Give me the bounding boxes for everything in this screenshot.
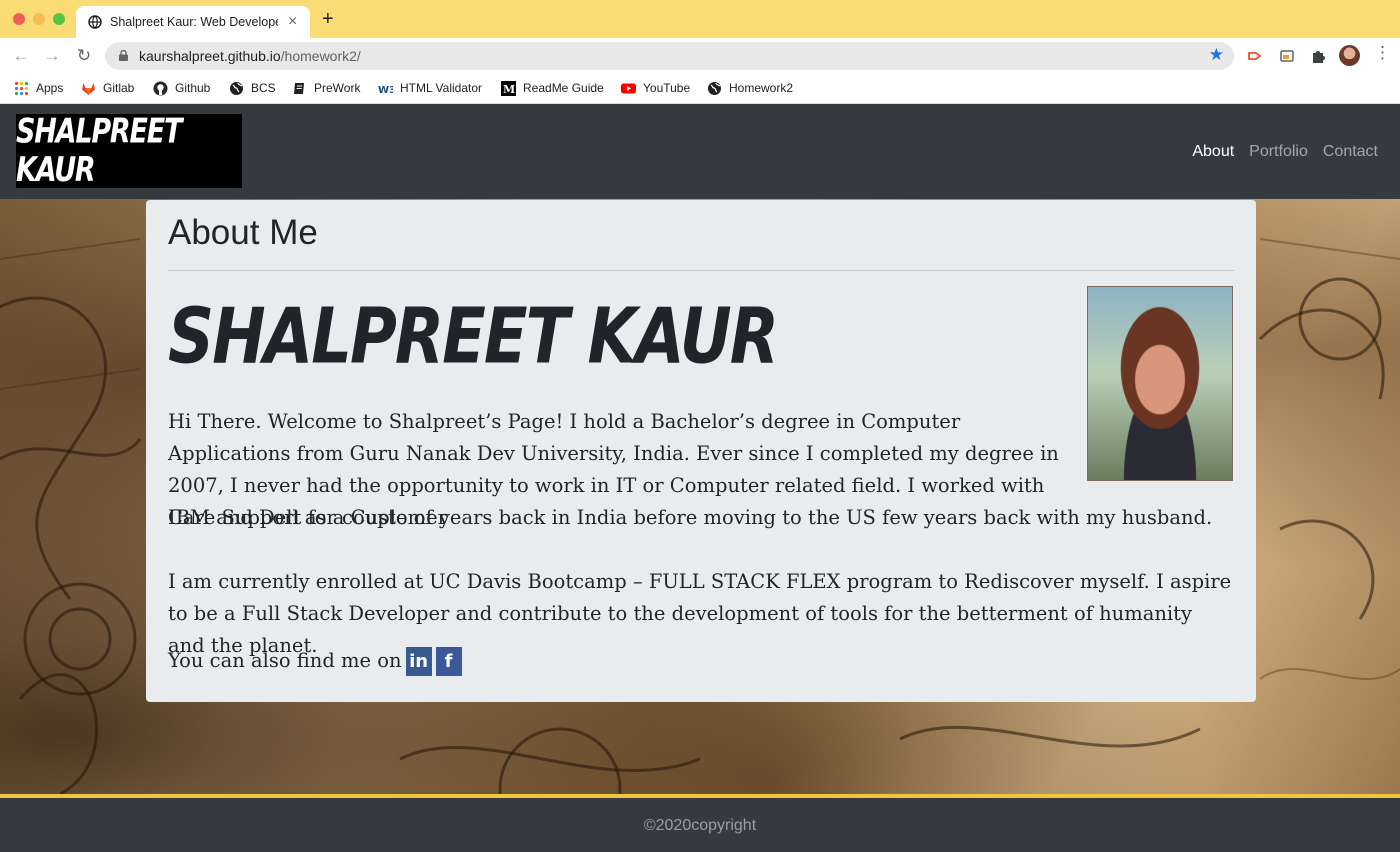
apps-grid-icon	[14, 81, 29, 95]
web-page: SHALPREET KAUR About Portfolio Contact A…	[0, 105, 1400, 852]
lock-icon	[119, 50, 128, 61]
extensions-puzzle-icon[interactable]	[1310, 48, 1326, 64]
site-footer: ©2020copyright	[0, 798, 1400, 852]
bookmark-readme-guide[interactable]: M ReadMe Guide	[501, 80, 604, 96]
bookmark-homework2[interactable]: Homework2	[707, 80, 793, 96]
url-host: kaurshalpreet.github.io	[139, 48, 281, 64]
globe-icon	[230, 81, 243, 95]
bookmark-label: Gitlab	[103, 81, 135, 95]
maximize-window-button[interactable]	[53, 13, 65, 25]
bookmark-label: PreWork	[314, 81, 361, 95]
find-me-text: You can also find me on	[168, 649, 402, 672]
bookmark-label: Github	[175, 81, 211, 95]
nav-portfolio[interactable]: Portfolio	[1249, 143, 1308, 161]
extension-arrow-icon[interactable]	[1247, 48, 1263, 64]
copyright-text: ©2020copyright	[643, 817, 757, 834]
w3c-icon: W3	[378, 85, 393, 96]
linkedin-icon[interactable]: in	[405, 646, 432, 676]
browser-toolbar: ← → ↻ kaurshalpreet.github.io/homework2/…	[0, 38, 1400, 74]
bookmark-apps[interactable]: Apps	[14, 80, 63, 96]
svg-text:M: M	[503, 83, 515, 96]
book-icon	[294, 82, 304, 94]
facebook-icon[interactable]: f	[435, 646, 462, 676]
browser-menu-icon[interactable]: ⋮	[1374, 44, 1391, 61]
bookmark-label: ReadMe Guide	[523, 81, 604, 95]
browser-tab[interactable]: Shalpreet Kaur: Web Developer ×	[76, 6, 310, 38]
social-row: You can also find me on in f	[168, 645, 462, 677]
bookmark-gitlab[interactable]: Gitlab	[81, 80, 134, 96]
about-card: About Me SHALPREET KAUR Hi There. Welcom…	[146, 200, 1256, 702]
bookmark-label: BCS	[251, 81, 276, 95]
minimize-window-button[interactable]	[33, 13, 45, 25]
browser-tabbar: Shalpreet Kaur: Web Developer × +	[0, 0, 1400, 38]
bookmark-star-icon[interactable]: ★	[1209, 45, 1224, 65]
name-heading: SHALPREET KAUR	[168, 293, 779, 382]
youtube-icon	[621, 83, 636, 93]
site-nav: About Portfolio Contact	[1192, 143, 1378, 161]
bookmark-label: HTML Validator	[400, 81, 483, 95]
new-tab-button[interactable]: +	[322, 9, 334, 29]
bookmarks-bar: Apps Gitlab Github BCS PreWork W3 HTML V…	[0, 74, 1400, 104]
nav-about[interactable]: About	[1192, 143, 1234, 161]
close-tab-icon[interactable]: ×	[288, 14, 297, 30]
divider	[168, 270, 1234, 271]
bio-paragraph-1-continued: Care Support for couple of years back in…	[168, 506, 1213, 529]
github-icon	[153, 81, 168, 95]
url-path: /homework2/	[280, 48, 361, 64]
bookmark-bcs[interactable]: BCS	[229, 80, 276, 96]
bookmark-label: Homework2	[729, 81, 794, 95]
profile-avatar[interactable]	[1339, 45, 1360, 66]
bookmark-prework[interactable]: PreWork	[292, 80, 360, 96]
site-logo[interactable]: SHALPREET KAUR	[16, 112, 242, 190]
bookmark-label: YouTube	[643, 81, 691, 95]
globe-icon	[88, 15, 102, 29]
url-text[interactable]: kaurshalpreet.github.io/homework2/	[139, 48, 361, 64]
profile-photo	[1087, 286, 1233, 481]
svg-text:W3: W3	[378, 85, 393, 96]
logo-text: SHALPREET KAUR	[16, 112, 182, 190]
gitlab-icon	[82, 82, 95, 95]
back-button[interactable]: ←	[11, 46, 31, 66]
page-title: About Me	[168, 213, 318, 252]
bookmark-github[interactable]: Github	[153, 80, 210, 96]
site-navbar: SHALPREET KAUR About Portfolio Contact	[0, 105, 1400, 199]
nav-contact[interactable]: Contact	[1323, 143, 1378, 161]
reload-button[interactable]: ↻	[74, 46, 94, 66]
bookmark-youtube[interactable]: YouTube	[621, 80, 690, 96]
forward-button[interactable]: →	[42, 46, 62, 66]
extension-window-icon[interactable]	[1279, 48, 1295, 64]
tab-title: Shalpreet Kaur: Web Developer	[110, 15, 278, 29]
bookmark-html-validator[interactable]: W3 HTML Validator	[378, 80, 482, 96]
bookmark-label: Apps	[36, 81, 64, 95]
close-window-button[interactable]	[13, 13, 25, 25]
globe-icon	[708, 81, 721, 95]
medium-icon: M	[501, 80, 516, 96]
address-bar[interactable]: kaurshalpreet.github.io/homework2/ ★	[105, 42, 1234, 70]
